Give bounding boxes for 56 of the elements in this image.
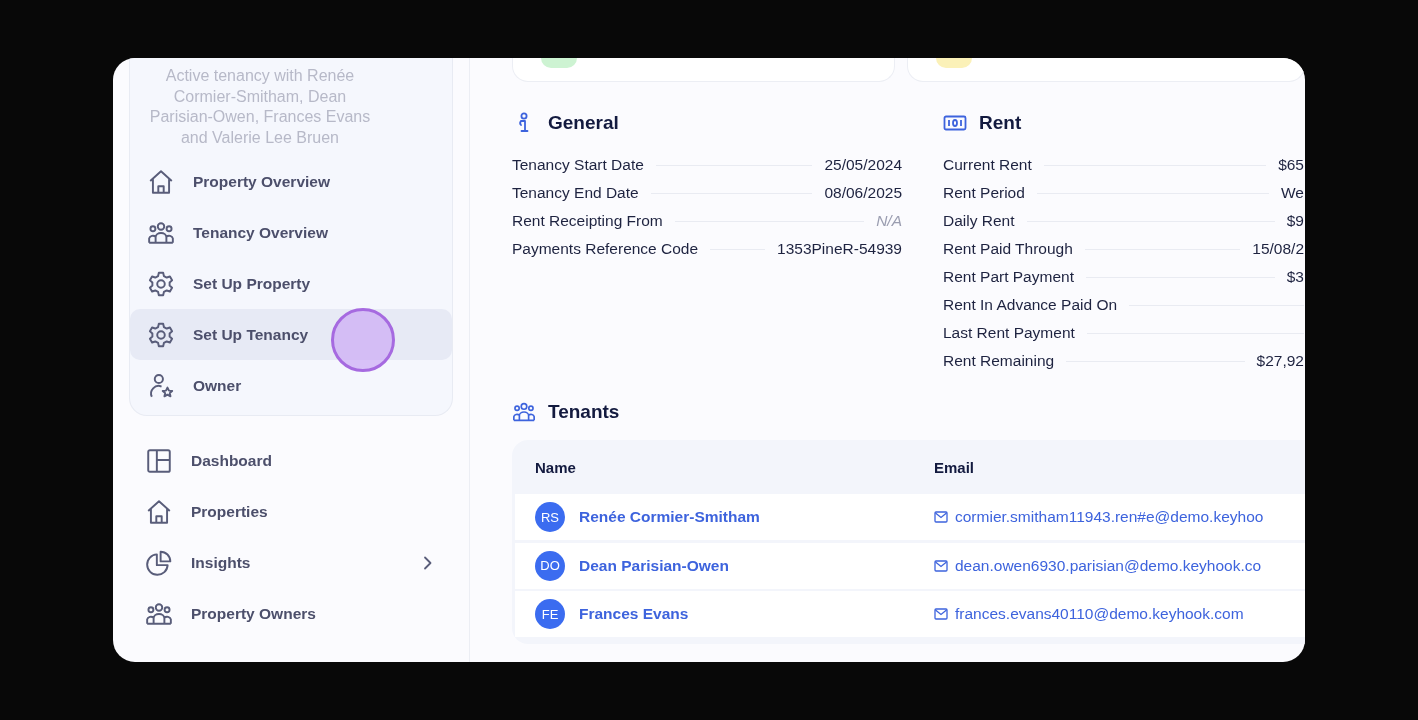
tenant-name-link[interactable]: Renée Cormier-Smitham	[579, 508, 760, 526]
field-value: We	[1281, 184, 1304, 202]
field-label: Rent Receipting From	[512, 212, 663, 230]
field-value: $3	[1286, 268, 1304, 286]
menu-item[interactable]: Owner	[130, 360, 452, 411]
field-label: Rent Part Payment	[943, 268, 1074, 286]
field-value: 25/05/2024	[824, 156, 902, 174]
tenancy-summary: Active tenancy with Renée Cormier-Smitham, Dean Parisian-Owen, Frances Evans and Valerie Lee Bruen	[148, 66, 372, 148]
nav-item[interactable]: Property Owners	[129, 588, 453, 639]
field-label: Current Rent	[943, 156, 1032, 174]
email-link[interactable]: dean.owen6930.parisian@demo.keyhook.co	[934, 556, 1262, 575]
house-icon	[145, 497, 173, 526]
field-label: Rent Paid Through	[943, 240, 1073, 258]
tenant-name-link[interactable]: Frances Evans	[579, 605, 689, 623]
field-value: $65	[1278, 156, 1304, 174]
menu-item[interactable]: Property Overview	[130, 156, 452, 207]
people-icon	[512, 400, 536, 424]
field-label: Rent Period	[943, 184, 1025, 202]
tenant-name-link[interactable]: Dean Parisian-Owen	[579, 556, 729, 575]
mail-icon	[934, 608, 948, 620]
mail-icon	[934, 511, 948, 523]
column-header: Name	[534, 458, 577, 476]
settings-icon	[147, 320, 175, 349]
field-value: 08/06/2025	[824, 184, 902, 202]
field-label: Tenancy End Date	[512, 184, 639, 202]
house-icon	[147, 167, 175, 196]
nav-item[interactable]: Properties	[129, 486, 453, 537]
menu-item[interactable]: Set Up Property	[130, 258, 452, 309]
section-title: Tenants	[548, 401, 620, 423]
nav-item[interactable]: Dashboard	[129, 435, 453, 486]
avatar: DO	[535, 550, 565, 581]
field-value: 1353PineR-54939	[777, 240, 902, 258]
layout-icon	[145, 446, 173, 475]
section-title: Rent	[979, 112, 1022, 134]
email-link[interactable]: cormier.smitham11943.ren#e@demo.keyhoo	[934, 508, 1264, 526]
field-label: Rent Remaining	[943, 352, 1055, 370]
nav-item[interactable]: Insights	[129, 537, 453, 588]
mail-icon	[934, 559, 948, 572]
menu-item[interactable]: Tenancy Overview	[130, 207, 452, 258]
field-value: N/A	[876, 212, 902, 230]
field-value: $9	[1286, 212, 1304, 230]
pie-chart-icon	[145, 548, 173, 577]
field-value: $27,92	[1256, 352, 1304, 370]
email-link[interactable]: frances.evans40110@demo.keyhook.com	[934, 605, 1244, 623]
user-star-icon	[147, 371, 175, 400]
avatar: RS	[535, 502, 565, 532]
field-label: Last Rent Payment	[943, 324, 1075, 342]
field-label: Tenancy Start Date	[512, 156, 644, 174]
column-header: Email	[934, 458, 975, 476]
settings-icon	[147, 269, 175, 298]
section-title: General	[548, 112, 619, 134]
field-label: Payments Reference Code	[512, 240, 699, 258]
avatar: FE	[535, 599, 565, 629]
field-value: 15/08/2	[1252, 240, 1304, 258]
field-label: Rent In Advance Paid On	[943, 296, 1118, 314]
field-label: Daily Rent	[943, 212, 1015, 230]
